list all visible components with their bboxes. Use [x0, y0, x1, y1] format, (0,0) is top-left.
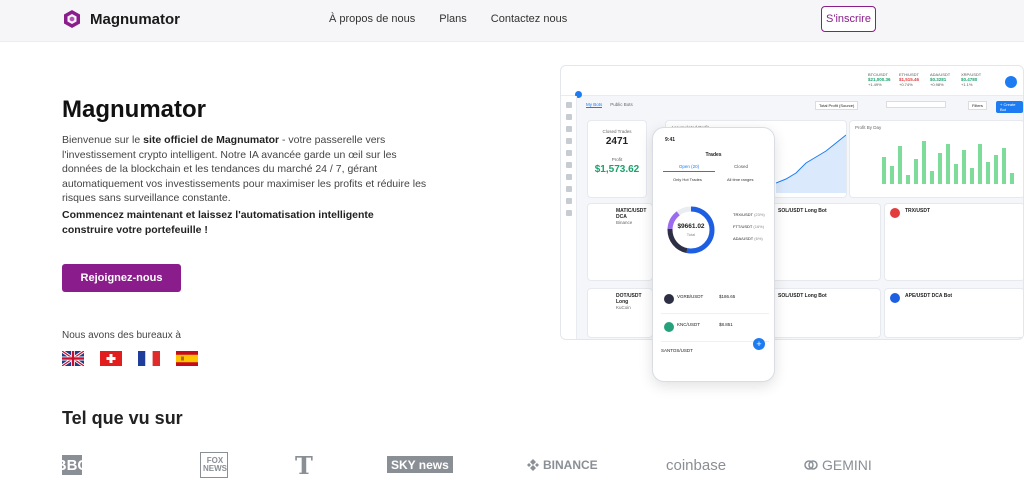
closed-trades-label: Closed Trades: [602, 129, 632, 134]
total-value: $9661.02: [677, 223, 705, 230]
press-logos: BBC FOX NEWS T SKY news BINANCE coinbase…: [55, 450, 882, 480]
press-heading: Tel que vu sur: [62, 408, 183, 428]
ticker-eth: ETH/USDT $1,515.46 +0.74%: [899, 72, 920, 87]
binance-text: BINANCE: [543, 458, 598, 472]
create-bot-button[interactable]: + Create Bot: [996, 101, 1023, 113]
nav-link-plans[interactable]: Plans: [439, 13, 467, 25]
bot-card-matic[interactable]: MATIC/USDT DCA Binance: [587, 203, 653, 281]
profit-by-day-bars: [880, 139, 1016, 184]
phone-time: 9:41: [665, 137, 676, 143]
bot-card-ape[interactable]: APE/USDT DCA Bot: [884, 288, 1023, 338]
gemini-icon: [804, 460, 818, 470]
nav-links: À propos de nous Plans Contactez nous: [329, 13, 567, 25]
desc-bold: site officiel de Magnumator: [143, 134, 280, 146]
binance-icon: [527, 459, 539, 471]
profit-value: $1,573.62: [594, 164, 640, 175]
dashboard-sidebar: [561, 96, 577, 339]
ticker-xrp: XRP/USDT $0.4780 +1.1%: [961, 72, 982, 87]
gemini-text: GEMINI: [822, 457, 872, 473]
filters-button[interactable]: Filters: [968, 101, 987, 110]
tab-public-bots[interactable]: Public Bots: [610, 102, 633, 108]
hero-title: Magnumator: [62, 96, 206, 123]
phone-tabs: Open (20) Closed: [663, 164, 767, 172]
ticker-ada: ADA/USDT $0.3281 +0.98%: [930, 72, 951, 87]
trade-row[interactable]: VGRB/USDT $186.65: [661, 288, 769, 314]
trades-donut-chart: [667, 206, 715, 254]
ape-coin-icon: [890, 293, 900, 303]
phone-tab-open[interactable]: Open (20): [663, 164, 715, 172]
tab-my-bots[interactable]: My Bots: [586, 102, 603, 108]
foxnews-logo: FOX NEWS: [200, 452, 228, 478]
bot-card-sol[interactable]: SOL/USDT Long Bot: [759, 203, 881, 281]
profit-by-day-card: Profit By Day: [849, 120, 1023, 198]
top-nav: Magnumator À propos de nous Plans Contac…: [0, 0, 1024, 42]
brand-logo[interactable]: Magnumator: [62, 9, 180, 29]
binance-logo: BINANCE: [527, 452, 598, 478]
dashboard-mockup: BTC/USDT $21,000.36 +1.49% ETH/USDT $1,515.…: [560, 65, 1024, 340]
trx-coin-icon: [890, 208, 900, 218]
brand-name: Magnumator: [90, 10, 180, 28]
phone-add-button[interactable]: +: [753, 338, 765, 350]
bbc-text: BBC: [55, 455, 89, 475]
phone-mockup: 9:41 Trades Open (20) Closed Only Hot Tr…: [652, 127, 775, 382]
magnumator-logo-icon: [64, 10, 80, 28]
profit-label: Profit: [611, 157, 623, 162]
closed-trades-value: 2471: [605, 136, 629, 147]
swiss-flag-icon[interactable]: [100, 351, 122, 366]
trade-row[interactable]: KNC/USDT $8.851: [661, 316, 769, 342]
offices-label: Nous avons des bureaux à: [62, 330, 181, 341]
coinbase-logo: coinbase: [666, 456, 727, 474]
join-button[interactable]: Rejoignez-nous: [62, 264, 181, 292]
signup-button[interactable]: S'inscrire: [821, 6, 876, 32]
profit-by-day-label: Profit By Day: [855, 125, 882, 130]
total-label: Total: [686, 232, 696, 237]
bot-card-sol-2[interactable]: SOL/USDT Long Bot: [759, 288, 881, 338]
nav-link-about[interactable]: À propos de nous: [329, 13, 415, 25]
desc-prefix: Bienvenue sur le: [62, 134, 144, 146]
dashboard-search[interactable]: [886, 101, 946, 108]
office-flags: [62, 351, 198, 366]
bbc-logo: BBC: [55, 452, 89, 478]
france-flag-icon[interactable]: [138, 351, 160, 366]
bot-card-dot[interactable]: DOT/USDT Long KuCoin: [587, 288, 653, 338]
dashboard-topbar: BTC/USDT $21,000.36 +1.49% ETH/USDT $1,515.…: [561, 66, 1023, 98]
bot-card-trx[interactable]: TRX/USDT: [884, 203, 1023, 281]
hot-trades-toggle[interactable]: Only Hot Trades: [673, 177, 702, 182]
avatar[interactable]: [1005, 76, 1017, 88]
phone-title: Trades: [705, 152, 722, 158]
trade-row[interactable]: SANTOS/USDT: [661, 344, 769, 370]
total-profit-select[interactable]: Total Profit (Source): [815, 101, 859, 110]
uk-flag-icon[interactable]: [62, 351, 84, 366]
accumulated-chart: [776, 134, 846, 193]
nav-link-contact[interactable]: Contactez nous: [491, 13, 567, 25]
dashboard-tabs: My Bots Public Bots: [586, 102, 633, 108]
time-range-select[interactable]: All time ranges: [727, 177, 753, 182]
hero-description: Bienvenue sur le site officiel de Magnum…: [62, 133, 427, 206]
stats-card: Closed Trades 2471 Profit $1,573.62: [587, 120, 647, 198]
hero-cta-text: Commencez maintenant et laissez l'automa…: [62, 209, 374, 236]
ticker-btc: BTC/USDT $21,000.36 +1.49%: [868, 72, 891, 87]
donut-legend: TRX/USDT (23%) FTT/USDT (16%) ADA/USDT (…: [733, 212, 765, 241]
spain-flag-icon[interactable]: [176, 351, 198, 366]
gemini-logo: GEMINI: [804, 452, 872, 478]
nyt-logo: T: [295, 450, 313, 480]
skynews-logo: SKY news: [387, 456, 453, 473]
phone-tab-closed[interactable]: Closed: [715, 164, 767, 172]
